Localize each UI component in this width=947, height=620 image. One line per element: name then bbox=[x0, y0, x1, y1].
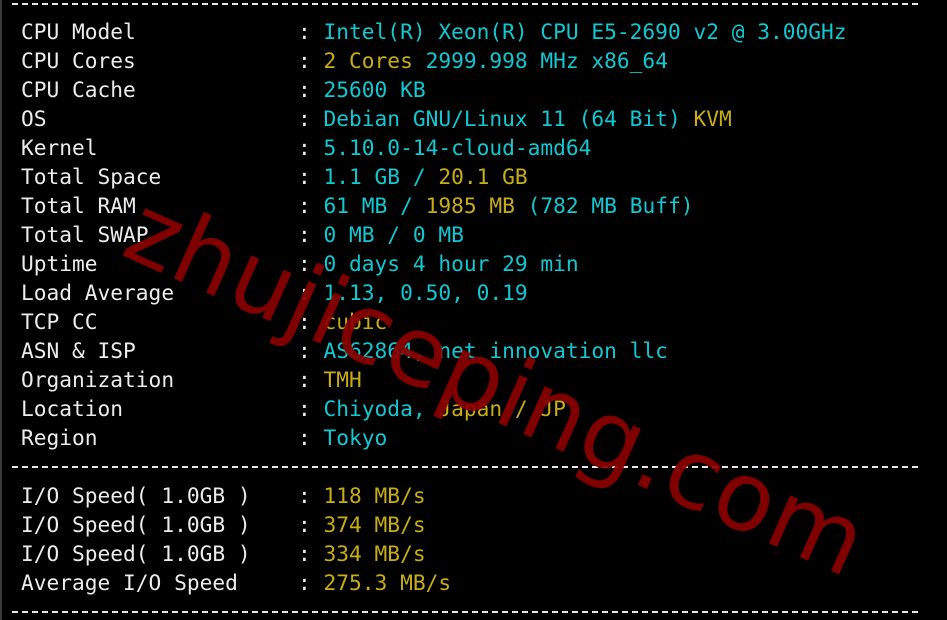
info-row: CPU Cache: 25600 KB bbox=[21, 75, 426, 104]
separator-colon: : bbox=[298, 396, 311, 421]
info-value: Chiyoda, bbox=[323, 396, 439, 421]
info-row: I/O Speed( 1.0GB ): 118 MB/s bbox=[21, 481, 426, 510]
info-value: 374 MB/s bbox=[323, 512, 426, 537]
info-row: Load Average: 1.13, 0.50, 0.19 bbox=[21, 278, 528, 307]
separator-colon: : bbox=[298, 280, 311, 305]
info-label: I/O Speed( 1.0GB ) bbox=[21, 483, 251, 508]
info-label: Total RAM bbox=[21, 193, 136, 218]
info-value: cubic bbox=[323, 309, 388, 334]
separator-colon: : bbox=[298, 570, 311, 595]
separator-colon: : bbox=[298, 425, 311, 450]
info-row: Total SWAP: 0 MB / 0 MB bbox=[21, 220, 464, 249]
info-label: TCP CC bbox=[21, 309, 98, 334]
separator-colon: : bbox=[298, 541, 311, 566]
info-value: 61 MB / bbox=[323, 193, 426, 218]
info-row: Total RAM: 61 MB / 1985 MB (782 MB Buff) bbox=[21, 191, 693, 220]
info-label: CPU Model bbox=[21, 19, 136, 44]
separator-colon: : bbox=[298, 309, 311, 334]
info-label: CPU Cache bbox=[21, 77, 136, 102]
info-value: Intel(R) Xeon(R) CPU E5-2690 v2 @ 3.00GH… bbox=[323, 19, 847, 44]
info-row: Total Space: 1.1 GB / 20.1 GB bbox=[21, 162, 528, 191]
info-value: Japan / JP bbox=[438, 396, 566, 421]
info-row: Location: Chiyoda, Japan / JP bbox=[21, 394, 566, 423]
info-row: Region: Tokyo bbox=[21, 423, 387, 452]
info-row: I/O Speed( 1.0GB ): 334 MB/s bbox=[21, 539, 426, 568]
info-value: 334 MB/s bbox=[323, 541, 426, 566]
info-row: Average I/O Speed: 275.3 MB/s bbox=[21, 568, 451, 597]
info-value: 20.1 GB bbox=[438, 164, 528, 189]
info-value: 5.10.0-14-cloud-amd64 bbox=[323, 135, 592, 160]
info-label: Load Average bbox=[21, 280, 175, 305]
info-row: CPU Model: Intel(R) Xeon(R) CPU E5-2690 … bbox=[21, 17, 847, 46]
separator-colon: : bbox=[298, 483, 311, 508]
info-row: I/O Speed( 1.0GB ): 374 MB/s bbox=[21, 510, 426, 539]
info-value: 0 MB / 0 MB bbox=[323, 222, 464, 247]
info-label: OS bbox=[21, 106, 47, 131]
info-value: 25600 KB bbox=[323, 77, 426, 102]
info-row: ASN & ISP: AS62864, net innovation llc bbox=[21, 336, 668, 365]
separator-colon: : bbox=[298, 19, 311, 44]
separator-colon: : bbox=[298, 164, 311, 189]
info-value: 118 MB/s bbox=[323, 483, 426, 508]
info-label: Average I/O Speed bbox=[21, 570, 238, 595]
info-label: Organization bbox=[21, 367, 175, 392]
info-label: ASN & ISP bbox=[21, 338, 136, 363]
info-label: Total Space bbox=[21, 164, 162, 189]
separator-colon: : bbox=[298, 106, 311, 131]
info-label: Uptime bbox=[21, 251, 98, 276]
info-row: Organization: TMH bbox=[21, 365, 362, 394]
separator-colon: : bbox=[298, 251, 311, 276]
divider-top bbox=[12, 3, 918, 5]
separator-colon: : bbox=[298, 222, 311, 247]
info-label: CPU Cores bbox=[21, 48, 136, 73]
info-row: Uptime: 0 days 4 hour 29 min bbox=[21, 249, 579, 278]
info-value: 1.1 GB / bbox=[323, 164, 439, 189]
info-label: Location bbox=[21, 396, 124, 421]
separator-colon: : bbox=[298, 193, 311, 218]
info-row: OS: Debian GNU/Linux 11 (64 Bit) KVM bbox=[21, 104, 732, 133]
info-value: 275.3 MB/s bbox=[323, 570, 452, 595]
divider-bottom bbox=[12, 611, 918, 613]
info-row: Kernel: 5.10.0-14-cloud-amd64 bbox=[21, 133, 591, 162]
separator-colon: : bbox=[298, 135, 311, 160]
separator-colon: : bbox=[298, 338, 311, 363]
info-label: I/O Speed( 1.0GB ) bbox=[21, 512, 251, 537]
info-value: 2999.998 MHz x86_64 bbox=[412, 48, 668, 73]
separator-colon: : bbox=[298, 48, 311, 73]
info-value: 1.13, 0.50, 0.19 bbox=[323, 280, 528, 305]
info-value: 2 Cores bbox=[323, 48, 413, 73]
divider-middle bbox=[12, 466, 918, 468]
info-row: TCP CC: cubic bbox=[21, 307, 387, 336]
info-value: 0 days 4 hour 29 min bbox=[323, 251, 579, 276]
info-label: Total SWAP bbox=[21, 222, 149, 247]
info-value: KVM bbox=[680, 106, 732, 131]
separator-colon: : bbox=[298, 367, 311, 392]
separator-colon: : bbox=[298, 512, 311, 537]
info-label: Kernel bbox=[21, 135, 98, 160]
info-value: Tokyo bbox=[323, 425, 388, 450]
info-row: CPU Cores: 2 Cores 2999.998 MHz x86_64 bbox=[21, 46, 668, 75]
info-value: (782 MB Buff) bbox=[514, 193, 694, 218]
info-value: Debian GNU/Linux 11 (64 Bit) bbox=[323, 106, 681, 131]
info-value: 1985 MB bbox=[425, 193, 515, 218]
info-value: AS62864, net innovation llc bbox=[323, 338, 668, 363]
info-label: Region bbox=[21, 425, 98, 450]
info-value: TMH bbox=[323, 367, 362, 392]
terminal-window: CPU Model: Intel(R) Xeon(R) CPU E5-2690 … bbox=[0, 0, 947, 620]
info-label: I/O Speed( 1.0GB ) bbox=[21, 541, 251, 566]
separator-colon: : bbox=[298, 77, 311, 102]
